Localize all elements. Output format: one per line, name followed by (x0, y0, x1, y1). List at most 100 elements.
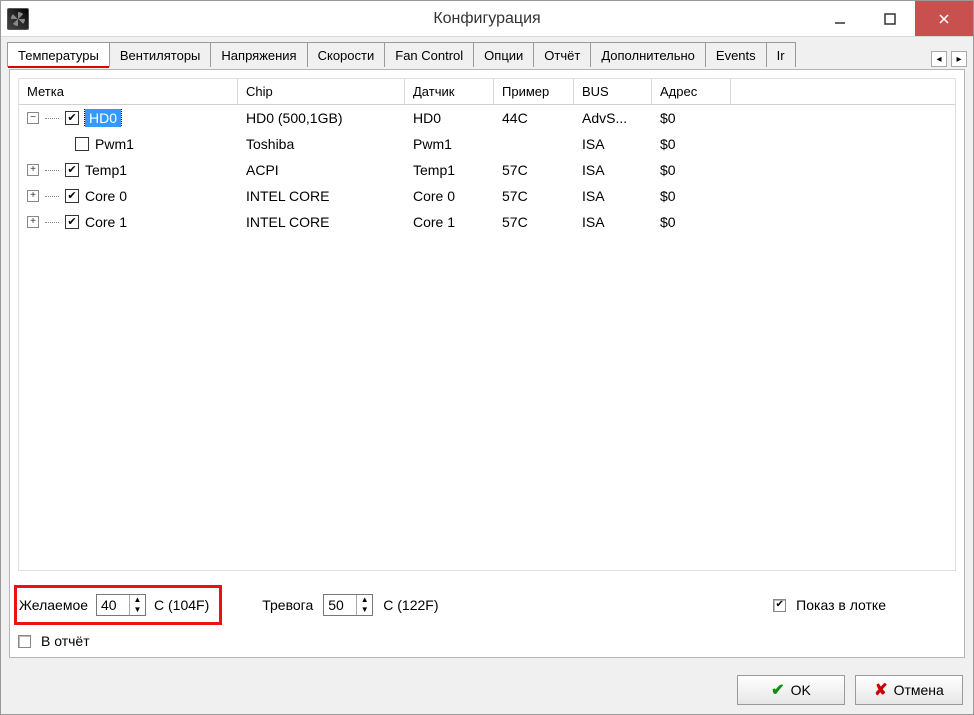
desired-spin-up[interactable]: ▲ (130, 595, 145, 605)
row-checkbox[interactable] (65, 111, 79, 125)
column-header[interactable]: Метка (19, 79, 238, 104)
cell-sample: 57C (494, 188, 574, 204)
alarm-spin-up[interactable]: ▲ (357, 595, 372, 605)
desired-input[interactable] (97, 595, 129, 615)
table-row[interactable]: Pwm1ToshibaPwm1ISA$0 (19, 131, 955, 157)
alarm-input[interactable] (324, 595, 356, 615)
cell-bus: ISA (574, 162, 652, 178)
tab-scroll-right[interactable]: ▸ (951, 51, 967, 67)
report-label: В отчёт (41, 633, 90, 649)
row-checkbox[interactable] (65, 189, 79, 203)
cell-address: $0 (652, 188, 731, 204)
desired-unit: C (104F) (154, 597, 209, 613)
sensor-list-panel: МеткаChipДатчикПримерBUSАдрес − HD0HD0 (5… (18, 78, 956, 571)
options-line-2: В отчёт (18, 633, 956, 649)
maximize-button[interactable] (865, 1, 915, 36)
row-label: Core 0 (85, 188, 127, 204)
alarm-spinner[interactable]: ▲ ▼ (323, 594, 373, 616)
maximize-icon (883, 12, 897, 26)
table-body[interactable]: −HD0HD0 (500,1GB)HD044CAdvS...$0Pwm1Tosh… (19, 105, 955, 570)
cell-bus: ISA (574, 136, 652, 152)
cell-sample: 44C (494, 110, 574, 126)
cell-sensor: Pwm1 (405, 136, 494, 152)
minimize-button[interactable] (815, 1, 865, 36)
row-checkbox[interactable] (65, 163, 79, 177)
tab-strip: ТемпературыВентиляторыНапряженияСкорости… (1, 37, 973, 67)
close-button[interactable] (915, 1, 973, 36)
config-window: Конфигурация ТемпературыВентиляторыНапря… (0, 0, 974, 715)
cell-sample: 57C (494, 214, 574, 230)
cell-sensor: Core 1 (405, 214, 494, 230)
tab-fan control[interactable]: Fan Control (384, 42, 474, 67)
row-label: Pwm1 (95, 136, 134, 152)
row-checkbox[interactable] (65, 215, 79, 229)
tray-label: Показ в лотке (796, 597, 886, 613)
column-header[interactable]: Адрес (652, 79, 731, 104)
alarm-spin-buttons: ▲ ▼ (356, 595, 372, 615)
close-icon (937, 12, 951, 26)
cell-sample: 57C (494, 162, 574, 178)
tab-scroll: ◂ ▸ (931, 51, 973, 67)
expand-icon[interactable]: + (27, 216, 39, 228)
tab-panel: МеткаChipДатчикПримерBUSАдрес − HD0HD0 (5… (9, 69, 965, 658)
options-area: Желаемое ▲ ▼ C (104F) Тревога (10, 579, 964, 657)
row-checkbox[interactable] (75, 137, 89, 151)
tab-events[interactable]: Events (705, 42, 767, 67)
tab-ir[interactable]: Ir (766, 42, 796, 67)
cell-address: $0 (652, 136, 731, 152)
alarm-label: Тревога (262, 597, 313, 613)
desired-spin-buttons: ▲ ▼ (129, 595, 145, 615)
cell-bus: ISA (574, 214, 652, 230)
table-row[interactable]: −HD0HD0 (500,1GB)HD044CAdvS...$0 (19, 105, 955, 131)
report-checkbox[interactable] (18, 635, 31, 648)
table-row[interactable]: +Core 0INTEL CORECore 057CISA$0 (19, 183, 955, 209)
tab-дополнительно[interactable]: Дополнительно (590, 42, 706, 67)
desired-spinner[interactable]: ▲ ▼ (96, 594, 146, 616)
cell-sensor: HD0 (405, 110, 494, 126)
tab-температуры[interactable]: Температуры (7, 42, 110, 67)
window-controls (815, 1, 973, 36)
tray-checkbox[interactable] (773, 599, 786, 612)
column-header[interactable]: Пример (494, 79, 574, 104)
expand-icon[interactable]: + (27, 164, 39, 176)
column-header[interactable]: BUS (574, 79, 652, 104)
minimize-icon (833, 12, 847, 26)
desired-label: Желаемое (19, 597, 88, 613)
cell-address: $0 (652, 162, 731, 178)
cell-address: $0 (652, 214, 731, 230)
cell-chip: HD0 (500,1GB) (238, 110, 405, 126)
desired-spin-down[interactable]: ▼ (130, 605, 145, 615)
row-label: Core 1 (85, 214, 127, 230)
alarm-unit: C (122F) (383, 597, 438, 613)
table-row[interactable]: +Core 1INTEL CORECore 157CISA$0 (19, 209, 955, 235)
options-line-1: Желаемое ▲ ▼ C (104F) Тревога (18, 585, 956, 625)
cell-chip: INTEL CORE (238, 214, 405, 230)
table-row[interactable]: +Temp1ACPITemp157CISA$0 (19, 157, 955, 183)
tab-scroll-left[interactable]: ◂ (931, 51, 947, 67)
cancel-label: Отмена (894, 682, 944, 698)
collapse-icon[interactable]: − (27, 112, 39, 124)
table-header: МеткаChipДатчикПримерBUSАдрес (19, 79, 955, 105)
ok-label: OK (791, 682, 811, 698)
cell-sensor: Temp1 (405, 162, 494, 178)
tab-напряжения[interactable]: Напряжения (210, 42, 307, 67)
tab-скорости[interactable]: Скорости (307, 42, 386, 67)
titlebar: Конфигурация (1, 1, 973, 37)
cell-address: $0 (652, 110, 731, 126)
cell-chip: ACPI (238, 162, 405, 178)
tab-отчёт[interactable]: Отчёт (533, 42, 591, 67)
dialog-footer: ✔ OK ✘ Отмена (1, 666, 973, 714)
desired-highlight: Желаемое ▲ ▼ C (104F) (14, 585, 222, 625)
tab-вентиляторы[interactable]: Вентиляторы (109, 42, 212, 67)
cell-sensor: Core 0 (405, 188, 494, 204)
expand-icon[interactable]: + (27, 190, 39, 202)
check-icon: ✔ (771, 680, 784, 700)
cancel-button[interactable]: ✘ Отмена (855, 675, 963, 705)
column-header[interactable]: Chip (238, 79, 405, 104)
column-header[interactable]: Датчик (405, 79, 494, 104)
ok-button[interactable]: ✔ OK (737, 675, 845, 705)
x-icon: ✘ (874, 680, 887, 700)
alarm-spin-down[interactable]: ▼ (357, 605, 372, 615)
tab-опции[interactable]: Опции (473, 42, 534, 67)
cell-chip: INTEL CORE (238, 188, 405, 204)
